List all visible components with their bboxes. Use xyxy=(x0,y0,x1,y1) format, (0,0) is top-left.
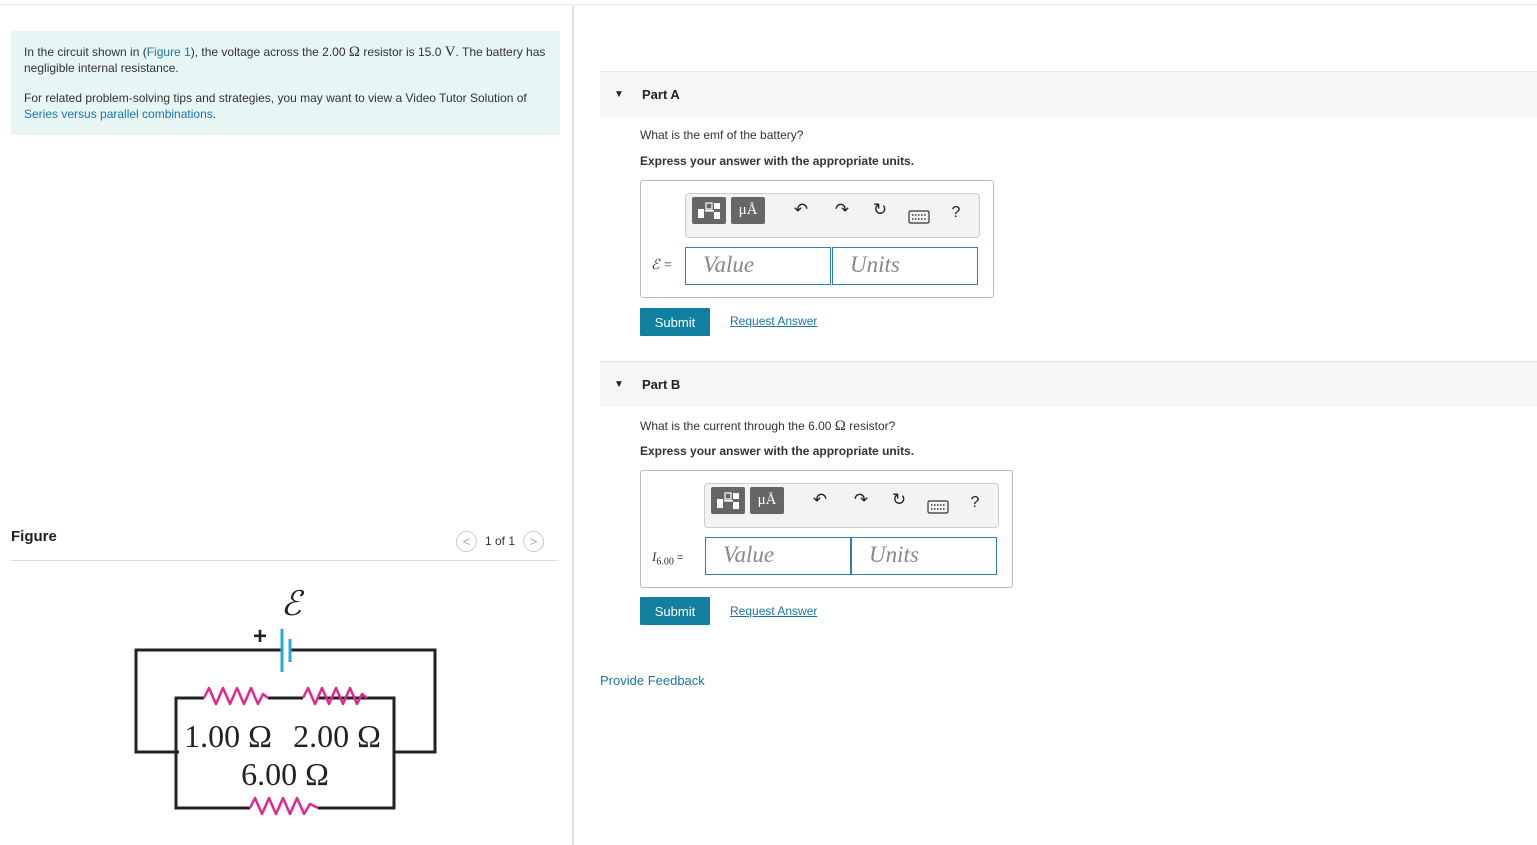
undo-icon[interactable]: ↶ xyxy=(810,490,830,510)
collapse-triangle-icon: ▼ xyxy=(614,379,624,390)
top-rule xyxy=(0,4,1537,5)
emf-label: ℰ xyxy=(281,586,305,623)
part-a-question: What is the emf of the battery? xyxy=(640,128,804,142)
resistor-1-label: 1.00 Ω xyxy=(184,718,272,754)
templates-icon xyxy=(698,201,720,219)
battery-plus-label: + xyxy=(253,623,267,650)
prev-figure-button[interactable]: < xyxy=(456,530,477,552)
part-a-submit-button[interactable]: Submit xyxy=(640,308,710,336)
part-b-answer-box: μÅ ↶ ↷ ↻ ? I6.00 = Value Units xyxy=(640,470,1013,588)
help-icon[interactable]: ? xyxy=(965,494,985,512)
volt-symbol: V xyxy=(444,44,456,60)
undo-icon[interactable]: ↶ xyxy=(791,200,811,220)
part-a-units-input[interactable]: Units xyxy=(832,247,978,285)
templates-icon xyxy=(717,491,739,509)
units-button[interactable]: μÅ xyxy=(750,487,784,514)
reset-icon[interactable]: ↻ xyxy=(889,490,909,510)
redo-icon[interactable]: ↷ xyxy=(832,200,852,220)
part-b-instruction: Express your answer with the appropriate… xyxy=(640,444,915,458)
figure-counter: 1 of 1 xyxy=(485,534,516,548)
part-b-header[interactable]: ▼ Part B xyxy=(600,361,1537,407)
redo-icon[interactable]: ↷ xyxy=(851,490,871,510)
chevron-left-icon: < xyxy=(462,533,471,549)
part-b-units-input[interactable]: Units xyxy=(851,537,997,575)
units-icon: μÅ xyxy=(757,492,777,508)
templates-button[interactable] xyxy=(711,487,745,514)
part-b-question: What is the current through the 6.00 Ω r… xyxy=(640,418,896,434)
chevron-right-icon: > xyxy=(529,533,538,549)
ohm-symbol: Ω xyxy=(348,44,360,60)
column-divider xyxy=(572,6,574,845)
intro-paragraph-1: In the circuit shown in (Figure 1), the … xyxy=(24,44,546,75)
resistor-3-icon xyxy=(248,796,319,816)
video-tutor-link[interactable]: Series versus parallel combinations xyxy=(24,107,213,121)
part-a-request-answer-link[interactable]: Request Answer xyxy=(730,314,817,328)
resistor-3-label: 6.00 Ω xyxy=(241,756,329,792)
figure-label: Figure xyxy=(11,528,57,545)
intro-paragraph-2: For related problem-solving tips and str… xyxy=(24,91,527,121)
problem-intro: In the circuit shown in (Figure 1), the … xyxy=(11,31,560,135)
units-icon: μÅ xyxy=(738,202,758,218)
part-b-request-answer-link[interactable]: Request Answer xyxy=(730,604,817,618)
ohm-symbol: Ω xyxy=(834,418,846,434)
keyboard-icon[interactable] xyxy=(927,500,949,514)
resistor-2-label: 2.00 Ω xyxy=(293,718,381,754)
part-a-instruction: Express your answer with the appropriate… xyxy=(640,154,915,168)
templates-button[interactable] xyxy=(692,197,726,224)
part-a-value-input[interactable]: Value xyxy=(685,247,831,285)
battery-icon xyxy=(280,629,292,672)
resistor-1-icon xyxy=(202,686,269,706)
figure-link[interactable]: Figure 1 xyxy=(147,45,191,59)
emf-variable-label: ℰ = xyxy=(651,258,673,273)
collapse-triangle-icon: ▼ xyxy=(614,89,624,100)
figure-rule xyxy=(11,560,559,561)
part-a-title: Part A xyxy=(642,87,680,102)
part-a-answer-box: μÅ ↶ ↷ ↻ ? ℰ = Value Units xyxy=(640,180,994,298)
part-b-title: Part B xyxy=(642,377,681,392)
figure-pager: < 1 of 1 > xyxy=(456,530,545,552)
part-b-value-input[interactable]: Value xyxy=(705,537,851,575)
help-icon[interactable]: ? xyxy=(946,204,966,222)
keyboard-icon[interactable] xyxy=(908,210,930,224)
part-a-header[interactable]: ▼ Part A xyxy=(600,71,1537,117)
provide-feedback-link[interactable]: Provide Feedback xyxy=(600,673,705,688)
part-a-toolbar: μÅ ↶ ↷ ↻ ? xyxy=(685,193,980,238)
part-b-toolbar: μÅ ↶ ↷ ↻ ? xyxy=(704,483,999,528)
circuit-diagram: ℰ + 1.00 Ω 2.00 Ω 6.00 Ω xyxy=(134,586,437,816)
part-b-submit-button[interactable]: Submit xyxy=(640,597,710,625)
units-button[interactable]: μÅ xyxy=(731,197,765,224)
resistor-2-icon xyxy=(301,686,368,706)
reset-icon[interactable]: ↻ xyxy=(870,200,890,220)
current-variable-label: I6.00 = xyxy=(652,549,684,568)
next-figure-button[interactable]: > xyxy=(523,530,545,552)
